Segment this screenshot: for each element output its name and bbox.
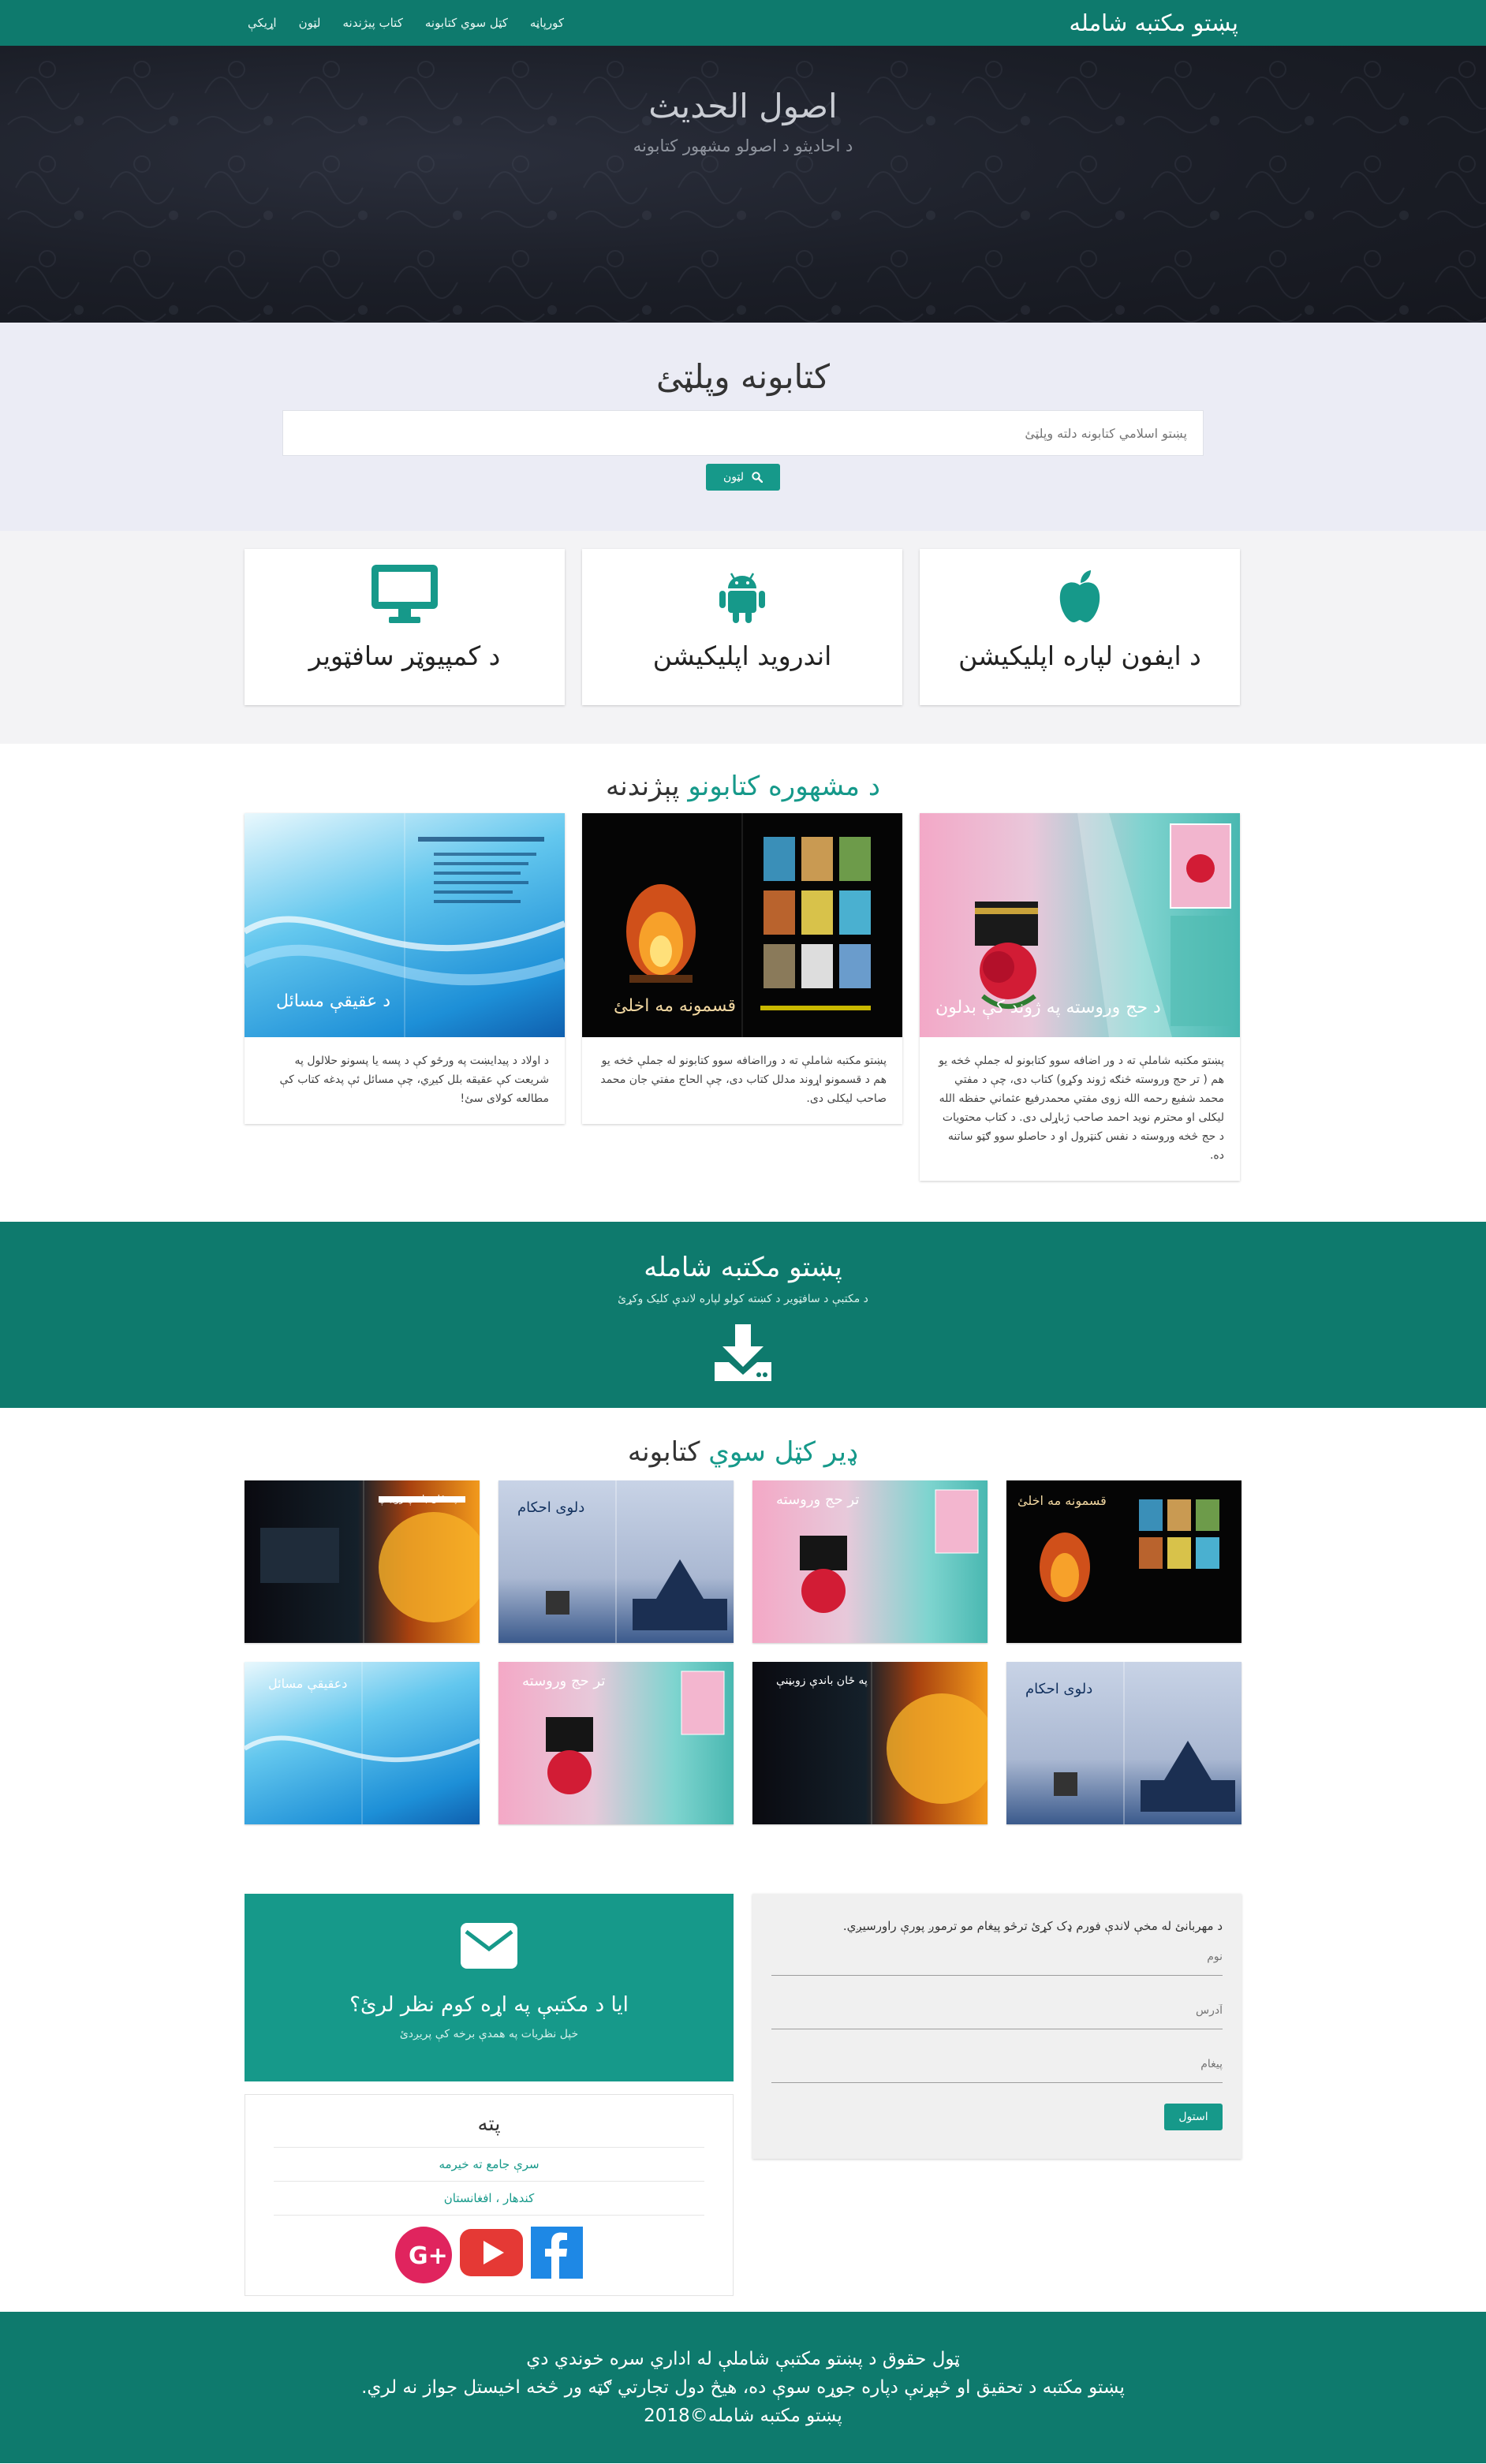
book-thumbnail[interactable]: قسمونه مه اخلئ (1006, 1480, 1241, 1643)
nav-links: اړیکې لټون کتاب پیژندنه کټل سوي کتابونه … (245, 16, 564, 30)
feedback-title: ایا د مکتبې په اړه کوم نظر لرئ؟ (349, 1993, 629, 2017)
address-line: کندهار ، افغانستان (274, 2182, 704, 2216)
iphone-app-label: د ایفون لپاره اپلیکیشن (958, 640, 1201, 671)
book-description: پښتو مکتبه شاملې ته د ورااضافه سوو کتابو… (600, 1055, 887, 1105)
nav-link-home[interactable]: کورپاڼه (530, 16, 564, 30)
download-title: پښتو مکتبه شامله (644, 1252, 842, 1283)
feedback-box: ایا د مکتبې په اړه کوم نظر لرئ؟ خپل نظری… (245, 1894, 734, 2081)
name-field[interactable] (771, 1938, 1223, 1976)
nav-link-most-viewed[interactable]: کټل سوي کتابونه (425, 16, 508, 30)
feedback-subtitle: خپل نظریات په همدې برخه کې پریږدئ (399, 2028, 579, 2040)
google-plus-icon[interactable]: G+ (395, 2227, 452, 2287)
android-app-label: اندروید اپلیکیشن (652, 640, 832, 671)
book-thumbnail-label: قسمونه مه اخلئ (1017, 1493, 1107, 1508)
facebook-icon[interactable] (531, 2227, 583, 2287)
social-links: G+ (274, 2227, 704, 2287)
navbar: اړیکې لټون کتاب پیژندنه کټل سوي کتابونه … (0, 0, 1486, 46)
cover-title: قسمونه مه اخلئ (614, 996, 737, 1016)
book-thumbnail[interactable]: دلوی احکام (1006, 1662, 1241, 1824)
most-viewed-title-plain: کتابونه (627, 1436, 700, 1468)
most-viewed-title-highlight: ډیر کټل سوي (708, 1436, 859, 1468)
popular-books-section: د مشهوره کتابونو پېژندنه د عقيقې مسائل د… (0, 744, 1486, 1222)
most-viewed-section: ډیر کټل سوي کتابونه په ځان باندې زوبڼنې … (0, 1408, 1486, 1867)
nav-link-contact[interactable]: اړیکې (248, 16, 277, 30)
download-section: پښتو مکتبه شامله د مکتبې د سافټویر د کښت… (0, 1222, 1486, 1408)
popular-books-title: د مشهوره کتابونو پېژندنه (245, 771, 1241, 802)
brand-logo[interactable]: پښتو مکتبه شامله (1069, 9, 1241, 36)
desktop-software-card[interactable]: د کمپیوټر سافټویر (245, 549, 565, 705)
search-icon (752, 472, 763, 483)
send-button[interactable]: استول (1164, 2104, 1223, 2130)
search-section: کتابونه وپلټئ لټون (0, 323, 1486, 531)
svg-text:G+: G+ (409, 2242, 448, 2270)
cover-title: د حج وروسته په ژوند کې بدلون (935, 998, 1161, 1017)
most-viewed-title: ډیر کټل سوي کتابونه (245, 1436, 1241, 1468)
book-thumbnail-label: دلوی احکام (517, 1499, 585, 1516)
apps-section: د کمپیوټر سافټویر اندروید اپلیکیشن د ایف… (0, 531, 1486, 744)
footer-disclaimer: پښتو مکتبه د تحقيق او څېړنې دپاره جوړه س… (361, 2377, 1125, 2398)
desktop-icon (372, 565, 438, 623)
popular-book-card[interactable]: قسمونه مه اخلئ پښتو مکتبه شاملې ته د ورا… (582, 813, 902, 1124)
cover-title: د عقيقې مسائل (276, 991, 391, 1011)
search-button[interactable]: لټون (706, 464, 780, 491)
hero-title: اصول الحديث (648, 87, 838, 125)
book-cover-image[interactable]: د عقيقې مسائل (245, 813, 565, 1037)
youtube-icon[interactable] (460, 2227, 523, 2287)
address-line: سرې جامع ته خیرمه (274, 2148, 704, 2182)
address-title: پته (274, 2095, 704, 2148)
contact-form-intro: د مهربانئ له مخې لاندې فورم ډک کړئ ترڅو … (842, 1919, 1223, 1933)
download-icon[interactable] (713, 1323, 773, 1386)
nav-link-book-intro[interactable]: کتاب پیژندنه (342, 16, 402, 30)
popular-title-highlight: د مشهوره کتابونو (688, 771, 880, 802)
book-cover-image[interactable]: د حج وروسته په ژوند کې بدلون (920, 813, 1240, 1037)
android-icon (719, 573, 765, 623)
address-field[interactable] (771, 1992, 1223, 2029)
apple-icon (1059, 570, 1100, 623)
book-thumbnail-label: دعقيقې مسائل (268, 1676, 348, 1691)
address-box: پته سرې جامع ته خیرمه کندهار ، افغانستان… (245, 2094, 734, 2296)
contact-section: ایا د مکتبې په اړه کوم نظر لرئ؟ خپل نظری… (0, 1867, 1486, 2312)
popular-book-card[interactable]: د حج وروسته په ژوند کې بدلون پښتو مکتبه … (920, 813, 1240, 1181)
book-thumbnail[interactable]: دلوی احکام (498, 1480, 734, 1643)
nav-link-search[interactable]: لټون (299, 16, 321, 30)
desktop-software-label: د کمپیوټر سافټویر (308, 640, 501, 671)
footer: ټول حقوق د پښتو مکتبې شاملې له اداري سره… (0, 2312, 1486, 2463)
popular-book-card[interactable]: د عقيقې مسائل د اولاد د پيدايښت په ورځو … (245, 813, 565, 1124)
footer-copyright: ټول حقوق د پښتو مکتبې شاملې له اداري سره… (526, 2349, 960, 2369)
message-field[interactable] (771, 2045, 1223, 2083)
search-button-label: لټون (722, 471, 744, 483)
book-description: د اولاد د پيدايښت په ورځو کې د پسه يا پس… (279, 1055, 549, 1105)
book-thumbnail-label: تر حج وروسته (522, 1673, 606, 1689)
book-thumbnail-label: دلوی احکام (1025, 1681, 1093, 1697)
iphone-app-card[interactable]: د ایفون لپاره اپلیکیشن (920, 549, 1240, 705)
android-app-card[interactable]: اندروید اپلیکیشن (582, 549, 902, 705)
download-subtitle: د مکتبې د سافټویر د کښته کولو لپاره لاند… (618, 1293, 868, 1305)
book-thumbnail[interactable]: تر حج وروسته (498, 1662, 734, 1824)
book-art (260, 1480, 480, 1643)
search-input[interactable] (282, 410, 1204, 456)
contact-form: د مهربانئ له مخې لاندې فورم ډک کړئ ترڅو … (752, 1894, 1241, 2159)
book-description: پښتو مکتبه شاملې ته د ور اضافه سوو کتابو… (939, 1055, 1224, 1162)
book-thumbnail[interactable]: په ځان باندې زوبڼنې (752, 1662, 988, 1824)
popular-title-plain: پېژندنه (606, 771, 680, 802)
mail-icon (461, 1923, 517, 1969)
book-thumbnail-label: په ځان باندې زوبڼنې (776, 1674, 868, 1687)
book-thumbnail-label: په ځان باندې زوبڼنې (379, 1493, 457, 1504)
book-thumbnail[interactable]: دعقيقې مسائل (245, 1662, 480, 1824)
hero-subtitle: د احاديثو د اصولو مشهور کتابونه (633, 136, 853, 155)
search-title: کتابونه وپلټئ (656, 357, 830, 396)
hero-banner: اصول الحديث د احاديثو د اصولو مشهور کتاب… (0, 46, 1486, 323)
footer-year: پښتو مکتبه شامله©2018 (644, 2406, 842, 2426)
book-thumbnail-label: تر حج وروسته (776, 1491, 860, 1508)
book-thumbnail[interactable]: تر حج وروسته (752, 1480, 988, 1643)
book-cover-image[interactable]: قسمونه مه اخلئ (582, 813, 902, 1037)
book-thumbnail[interactable]: په ځان باندې زوبڼنې (245, 1480, 480, 1643)
